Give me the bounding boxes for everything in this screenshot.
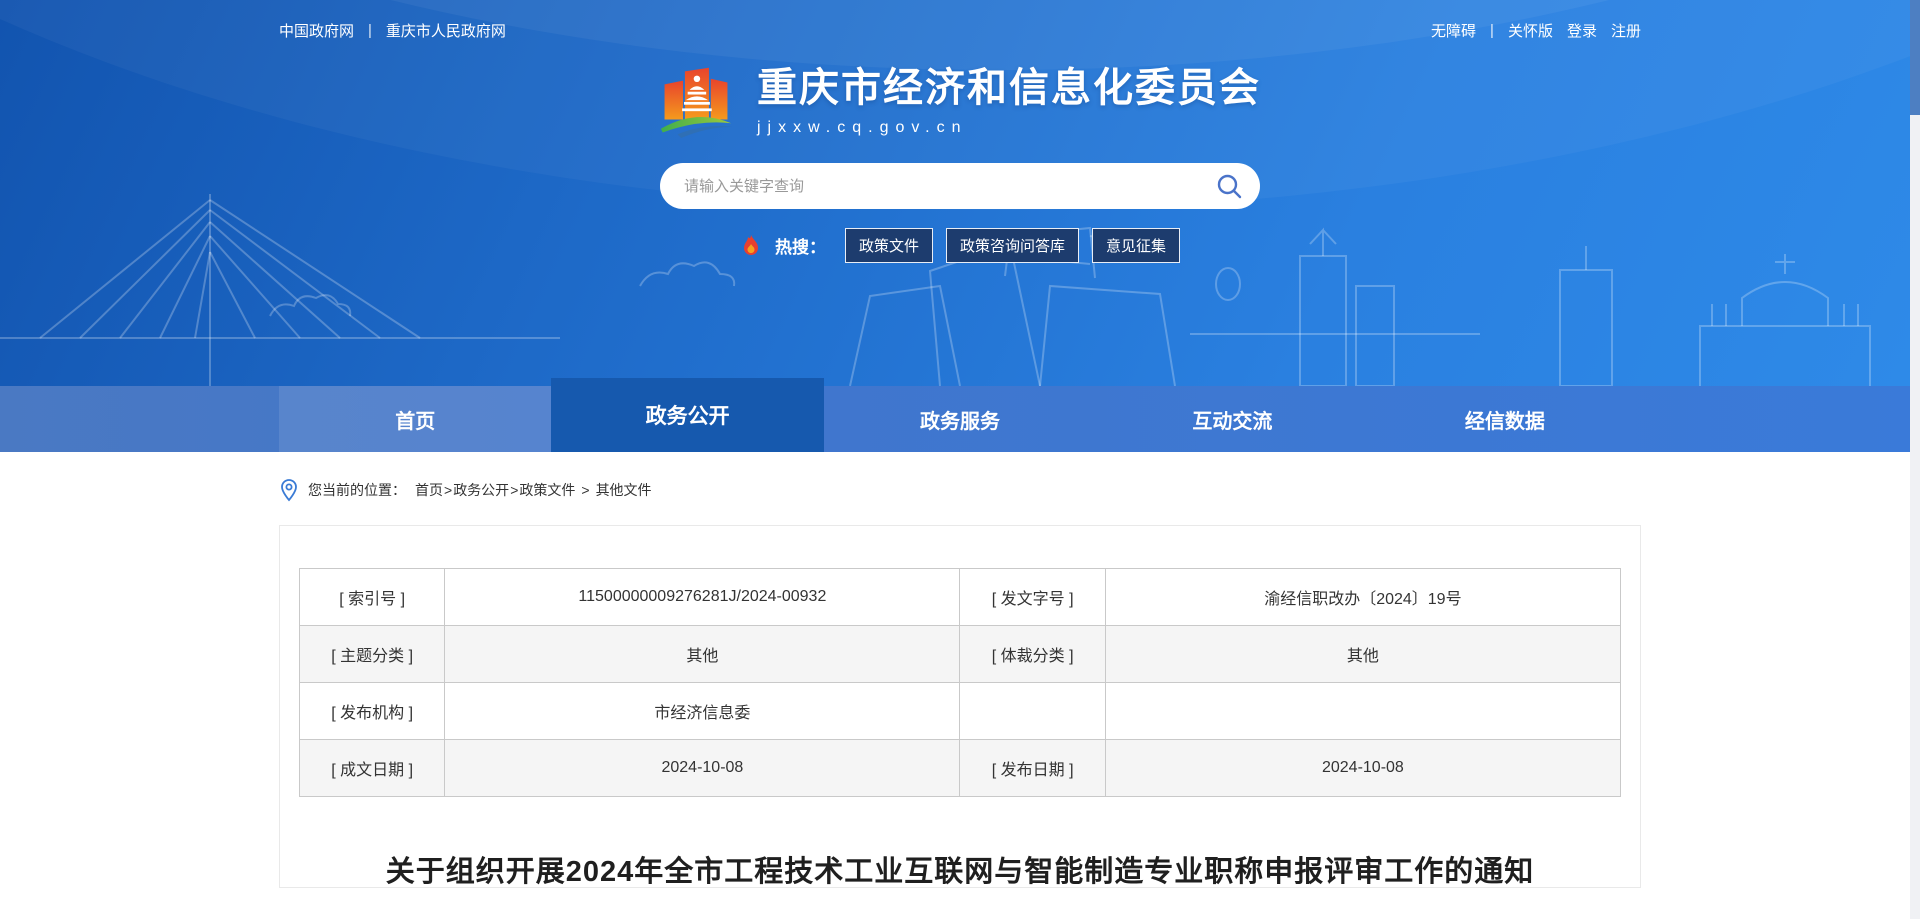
meta-label-topic-category: [ 主题分类 ] xyxy=(298,625,446,683)
meta-value-issuing-agency: 市经济信息委 xyxy=(444,682,961,740)
meta-value-index-number: 11500000009276281J/2024-00932 xyxy=(444,568,961,626)
table-row: [ 主题分类 ] 其他 [ 体裁分类 ] 其他 xyxy=(298,625,1622,683)
nav-tab-interaction[interactable]: 互动交流 xyxy=(1096,386,1368,452)
hot-link-opinion-collection[interactable]: 意见征集 xyxy=(1092,228,1181,263)
document-meta-table: [ 索引号 ] 11500000009276281J/2024-00932 [ … xyxy=(298,568,1622,797)
search-bar xyxy=(660,163,1260,209)
main-nav: 首页 政务公开 政务服务 互动交流 经信数据 xyxy=(0,378,1920,452)
gov-logo-icon xyxy=(660,67,733,138)
scrollbar-track[interactable] xyxy=(1910,0,1920,919)
site-title: 重庆市经济和信息化委员会 xyxy=(757,65,1261,110)
meta-value-empty xyxy=(1104,682,1622,740)
topbar-divider: | xyxy=(1490,22,1494,39)
meta-label-genre-category: [ 体裁分类 ] xyxy=(959,625,1106,683)
search-icon[interactable] xyxy=(1216,173,1242,199)
meta-label-index-number: [ 索引号 ] xyxy=(298,568,446,626)
breadcrumb-other-files[interactable]: 其他文件 xyxy=(596,482,652,498)
breadcrumb-separator: > xyxy=(510,482,519,498)
topbar-divider: | xyxy=(368,22,372,39)
search-input[interactable] xyxy=(684,177,1216,195)
scrollbar-thumb[interactable] xyxy=(1910,0,1920,115)
nav-tab-gov-services[interactable]: 政务服务 xyxy=(824,386,1096,452)
top-link-bar: 中国政府网 | 重庆市人民政府网 无障碍 | 关怀版 登录 注册 xyxy=(279,0,1641,41)
breadcrumb-separator: > xyxy=(581,482,590,498)
site-url: jjxxw.cq.gov.cn xyxy=(757,118,968,136)
article-title: 关于组织开展2024年全市工程技术工业互联网与智能制造专业职称申报评审工作的通知 xyxy=(385,856,1535,888)
hot-link-policy-qa[interactable]: 政策咨询问答库 xyxy=(945,228,1079,263)
meta-label-empty xyxy=(959,682,1106,740)
link-login[interactable]: 登录 xyxy=(1567,20,1597,41)
site-header: 中国政府网 | 重庆市人民政府网 无障碍 | 关怀版 登录 注册 重庆市经济和信… xyxy=(0,0,1920,386)
meta-value-doc-number: 渝经信职改办〔2024〕19号 xyxy=(1104,568,1622,626)
nav-tab-industry-data[interactable]: 经信数据 xyxy=(1369,386,1641,452)
site-brand: 重庆市经济和信息化委员会 jjxxw.cq.gov.cn xyxy=(279,61,1641,141)
breadcrumb-policy-files[interactable]: 政策文件 xyxy=(519,482,575,498)
breadcrumb-prefix: 您当前的位置： xyxy=(308,482,406,498)
table-row: [ 成文日期 ] 2024-10-08 [ 发布日期 ] 2024-10-08 xyxy=(298,739,1622,797)
link-care-version[interactable]: 关怀版 xyxy=(1508,20,1553,41)
meta-label-issuing-agency: [ 发布机构 ] xyxy=(298,682,446,740)
link-china-gov[interactable]: 中国政府网 xyxy=(279,20,354,41)
breadcrumb: 您当前的位置： 首页>政务公开>政策文件 > 其他文件 xyxy=(279,478,1641,502)
meta-value-topic-category: 其他 xyxy=(444,625,961,683)
nav-tab-gov-disclosure[interactable]: 政务公开 xyxy=(551,378,824,452)
location-pin-icon xyxy=(281,479,297,502)
meta-label-doc-number: [ 发文字号 ] xyxy=(959,568,1106,626)
meta-label-written-date: [ 成文日期 ] xyxy=(298,739,446,797)
meta-label-publish-date: [ 发布日期 ] xyxy=(959,739,1106,797)
nav-tab-home[interactable]: 首页 xyxy=(279,386,552,452)
breadcrumb-separator: > xyxy=(444,482,453,498)
meta-value-publish-date: 2024-10-08 xyxy=(1104,739,1622,797)
hot-search-row: 热搜： 政策文件 政策咨询问答库 意见征集 xyxy=(279,228,1641,263)
hot-search-label: 热搜： xyxy=(774,238,826,257)
flame-icon xyxy=(743,234,758,255)
hot-link-policy-files[interactable]: 政策文件 xyxy=(844,228,933,263)
link-register[interactable]: 注册 xyxy=(1611,20,1641,41)
link-accessibility[interactable]: 无障碍 xyxy=(1431,20,1476,41)
meta-value-genre-category: 其他 xyxy=(1104,625,1622,683)
table-row: [ 发布机构 ] 市经济信息委 xyxy=(298,682,1622,740)
link-chongqing-gov[interactable]: 重庆市人民政府网 xyxy=(386,20,506,41)
document-card: [ 索引号 ] 11500000009276281J/2024-00932 [ … xyxy=(279,525,1641,888)
meta-value-written-date: 2024-10-08 xyxy=(444,739,961,797)
breadcrumb-home[interactable]: 首页 xyxy=(415,482,443,498)
table-row: [ 索引号 ] 11500000009276281J/2024-00932 [ … xyxy=(298,568,1622,626)
breadcrumb-gov-disclosure[interactable]: 政务公开 xyxy=(453,482,509,498)
